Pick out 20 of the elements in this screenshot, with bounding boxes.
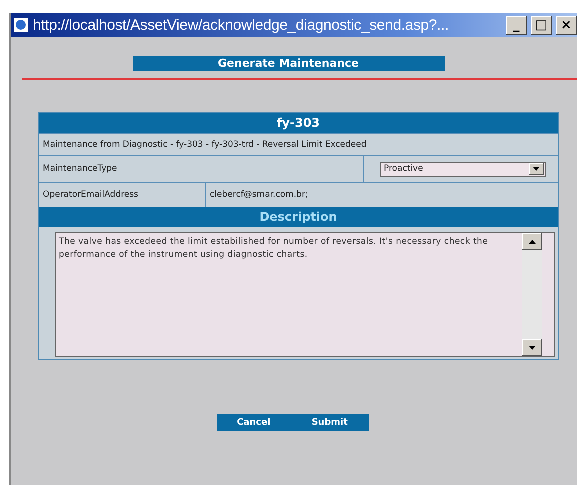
up-arrow-icon <box>528 240 536 244</box>
field-label: OperatorEmailAddress <box>42 189 140 202</box>
section-title: Description <box>39 207 558 227</box>
description-field[interactable]: The valve has excedeed the limit estabilished for number of reversals. It's necessary check the performance of the instrument using diagnostic charts. <box>55 232 555 357</box>
form-title: fy-303 <box>39 113 558 133</box>
maximize-button[interactable]: □ <box>531 16 552 34</box>
minimize-button[interactable]: _ <box>506 16 527 34</box>
submit-button[interactable]: Submit <box>306 414 354 431</box>
page-heading: Generate Maintenance <box>132 56 444 71</box>
summary-text: Maintenance from Diagnostic - fy-303 - fy-303-trd - Reversal Limit Excedeed <box>42 138 368 152</box>
scroll-down-button[interactable] <box>522 339 542 356</box>
browser-icon <box>13 17 29 33</box>
scroll-up-button[interactable] <box>522 233 542 250</box>
maintenance-type-select[interactable]: Proactive <box>380 162 546 176</box>
dropdown-arrow-icon <box>533 167 540 171</box>
close-button[interactable]: × <box>556 16 577 34</box>
window-title: http://localhost/AssetView/acknowledge_diagnostic_send.asp?... <box>33 16 450 34</box>
down-arrow-icon <box>528 346 536 350</box>
cancel-button[interactable]: Cancel <box>231 414 277 431</box>
field-label: MaintenanceType <box>42 163 118 176</box>
